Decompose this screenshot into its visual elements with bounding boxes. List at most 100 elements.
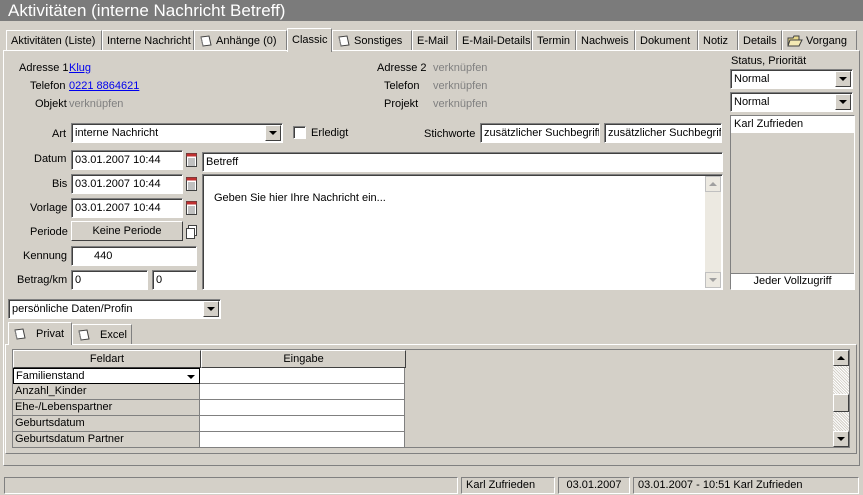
access-label[interactable]: Jeder Vollzugriff [731, 273, 854, 289]
tab-vorgang[interactable]: Vorgang [782, 30, 857, 51]
project-link[interactable]: verknüpfen [433, 97, 487, 111]
attachment-icon [200, 34, 212, 47]
tab-classic[interactable]: Classic [287, 28, 332, 52]
chevron-down-icon[interactable] [265, 125, 281, 141]
profile-grid[interactable]: Feldart Eingabe Familienstand Anzahl_Kin… [12, 349, 850, 448]
tab-nachweis[interactable]: Nachweis [576, 30, 635, 51]
tab-dokument[interactable]: Dokument [635, 30, 698, 51]
note-icon [338, 34, 350, 47]
tab-email-details[interactable]: E-Mail-Details [457, 30, 532, 51]
address1-label: Adresse 1 [19, 62, 69, 74]
folder-icon [787, 35, 803, 46]
tab-termin[interactable]: Termin [532, 30, 576, 51]
tab-email[interactable]: E-Mail [412, 30, 457, 51]
window-title: Aktivitäten (interne Nachricht Betreff) [0, 0, 863, 21]
grid-cell-label: Familienstand [16, 370, 85, 382]
table-row[interactable]: Anzahl_Kinder [13, 384, 405, 400]
tab-label: Termin [537, 34, 571, 47]
address1-link[interactable]: Klug [69, 61, 91, 75]
address2-link[interactable]: verknüpfen [433, 61, 487, 75]
grid-cell-input[interactable] [200, 400, 405, 416]
priority-select[interactable]: Normal [730, 92, 853, 112]
tab-label: Notiz [703, 34, 729, 47]
address2-label: Adresse 2 [377, 62, 427, 74]
scroll-up-icon[interactable] [833, 350, 849, 366]
keywords-label: Stichworte [424, 128, 476, 140]
object-link[interactable]: verknüpfen [69, 97, 123, 111]
recurrence-icon[interactable] [184, 223, 198, 241]
template-input[interactable]: 03.01.2007 10:44 [71, 198, 183, 218]
tab-interne-nachricht[interactable]: Interne Nachricht [102, 30, 194, 51]
grid-cell-input[interactable] [200, 416, 405, 432]
subject-input[interactable]: Betreff [202, 152, 723, 172]
status-panel-empty [4, 477, 458, 494]
tab-sonstiges[interactable]: Sonstiges [332, 30, 412, 51]
grid-cell-input[interactable] [200, 368, 405, 384]
amount-label: Betrag/km [17, 274, 68, 286]
calendar-icon[interactable] [184, 151, 198, 169]
grid-header-feldart[interactable]: Feldart [13, 350, 201, 368]
status-date: 03.01.2007 [558, 477, 630, 494]
calendar-icon[interactable] [184, 175, 198, 193]
grid-header-eingabe[interactable]: Eingabe [201, 350, 406, 368]
status-value: Normal [734, 73, 770, 85]
grid-scrollbar[interactable] [833, 350, 849, 447]
date-label: Datum [34, 153, 67, 165]
art-label: Art [52, 128, 67, 140]
message-textarea[interactable]: Geben Sie hier Ihre Nachricht ein... [202, 174, 723, 290]
scroll-down-icon[interactable] [833, 431, 849, 447]
subtab-excel[interactable]: Excel [72, 324, 132, 345]
scroll-down-icon[interactable] [705, 272, 721, 288]
done-label: Erledigt [311, 127, 349, 139]
phone2-link[interactable]: verknüpfen [433, 79, 487, 93]
tab-label: Aktivitäten (Liste) [11, 34, 96, 47]
scroll-up-icon[interactable] [705, 176, 721, 192]
grid-cell-input[interactable] [200, 432, 405, 448]
chevron-down-icon[interactable] [835, 71, 851, 87]
keyword-input-2[interactable]: zusätzlicher Suchbegriff [604, 123, 722, 143]
tab-label: Dokument [640, 34, 691, 47]
grid-cell-select[interactable]: Familienstand [13, 368, 200, 384]
phone2-label: Telefon [384, 80, 420, 92]
tab-notiz[interactable]: Notiz [698, 30, 738, 51]
table-row[interactable]: Geburtsdatum [13, 416, 405, 432]
note-icon [78, 328, 90, 341]
chevron-down-icon[interactable] [187, 375, 195, 379]
table-row[interactable]: Ehe-/Lebenspartner [13, 400, 405, 416]
keyword-input-1[interactable]: zusätzlicher Suchbegriff [480, 123, 600, 143]
code-input[interactable]: 440 [71, 246, 197, 266]
done-checkbox[interactable] [293, 126, 306, 139]
message-scrollbar[interactable] [705, 176, 721, 288]
tab-details[interactable]: Details [738, 30, 782, 51]
until-input[interactable]: 03.01.2007 10:44 [71, 174, 183, 194]
chevron-down-icon[interactable] [835, 94, 851, 110]
user-list-item[interactable]: Karl Zufrieden [731, 116, 854, 133]
phone1-link[interactable]: 0221 8864621 [69, 79, 139, 93]
tab-label: E-Mail-Details [462, 34, 531, 47]
user-access-list[interactable]: Karl Zufrieden Jeder Vollzugriff [730, 115, 855, 290]
table-row[interactable]: Geburtsdatum Partner [13, 432, 405, 448]
grid-cell-input[interactable] [200, 384, 405, 400]
art-select[interactable]: interne Nachricht [71, 123, 283, 143]
project-label: Projekt [384, 98, 419, 110]
chevron-down-icon[interactable] [203, 301, 219, 317]
period-button[interactable]: Keine Periode [71, 221, 183, 241]
tab-anhaenge[interactable]: Anhänge (0) [194, 30, 287, 51]
message-placeholder: Geben Sie hier Ihre Nachricht ein... [214, 192, 386, 204]
subtab-privat[interactable]: Privat [8, 322, 72, 345]
profile-select[interactable]: persönliche Daten/Profin [8, 299, 221, 319]
date-input[interactable]: 03.01.2007 10:44 [71, 150, 183, 170]
status-label: Status, Priorität [731, 55, 807, 67]
amount-input[interactable]: 0 [71, 270, 148, 290]
km-input[interactable]: 0 [152, 270, 197, 290]
scroll-thumb[interactable] [833, 394, 849, 412]
calendar-icon[interactable] [184, 199, 198, 217]
tab-label: E-Mail [417, 34, 449, 47]
grid-cell-label: Anzahl_Kinder [13, 384, 200, 400]
tab-aktivitaeten-liste[interactable]: Aktivitäten (Liste) [6, 30, 102, 51]
status-select[interactable]: Normal [730, 69, 853, 89]
profile-value: persönliche Daten/Profin [12, 303, 133, 315]
status-modified: 03.01.2007 - 10:51 Karl Zufrieden [633, 477, 859, 494]
tab-label: Details [743, 34, 777, 47]
table-row[interactable]: Familienstand [13, 368, 405, 384]
